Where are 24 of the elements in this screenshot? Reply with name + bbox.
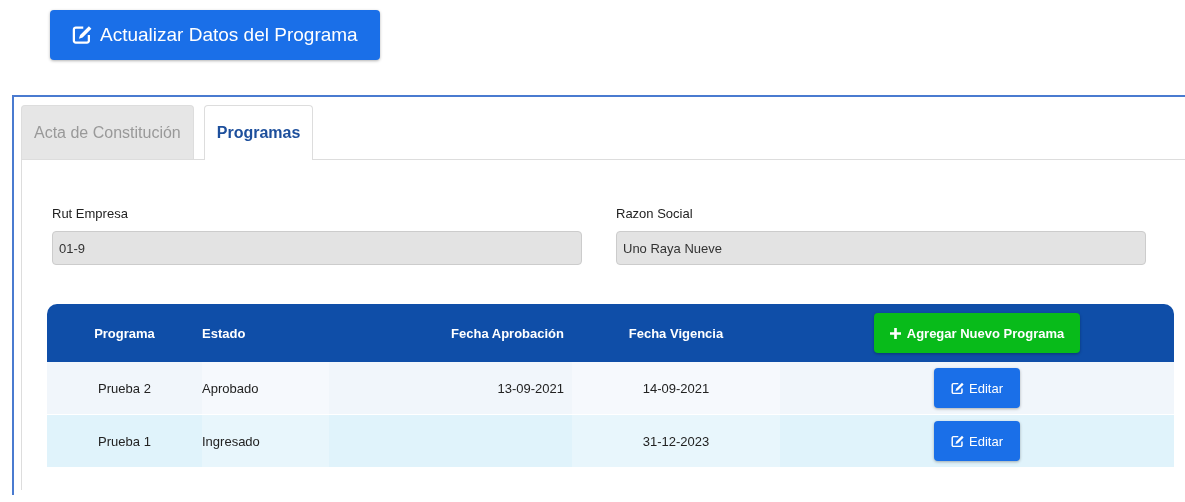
column-header: Fecha Vigencia: [627, 324, 725, 343]
column-header: Programa: [93, 324, 156, 343]
table-cell: 14-09-2021: [572, 362, 780, 414]
edit-icon: [951, 381, 964, 395]
field-label: Razon Social: [616, 206, 694, 221]
add-program-button[interactable]: Agregar Nuevo Programa: [873, 313, 1081, 353]
tab[interactable]: Programas: [203, 105, 314, 160]
update-program-button[interactable]: Actualizar Datos del Programa: [50, 10, 380, 60]
table-cell-text: Prueba 1: [97, 432, 152, 451]
edit-button[interactable]: Editar: [934, 421, 1020, 461]
input-field[interactable]: 01-9: [52, 231, 582, 265]
edit-icon: [951, 434, 964, 448]
column-header: Fecha Aprobación: [450, 324, 565, 343]
table-cell: 31-12-2023: [572, 415, 780, 467]
input-field[interactable]: Uno Raya Nueve: [616, 231, 1146, 265]
field-label: Rut Empresa: [52, 206, 129, 221]
table-cell-text: Prueba 2: [97, 379, 152, 398]
plus-icon: [889, 327, 901, 339]
table-cell-text: 13-09-2021: [496, 379, 565, 398]
edit-icon: [72, 25, 92, 45]
table-cell: Aprobado: [202, 362, 329, 414]
edit-button[interactable]: Editar: [934, 368, 1020, 408]
table-cell: Ingresado: [202, 415, 329, 467]
column-header: Estado: [202, 324, 247, 343]
